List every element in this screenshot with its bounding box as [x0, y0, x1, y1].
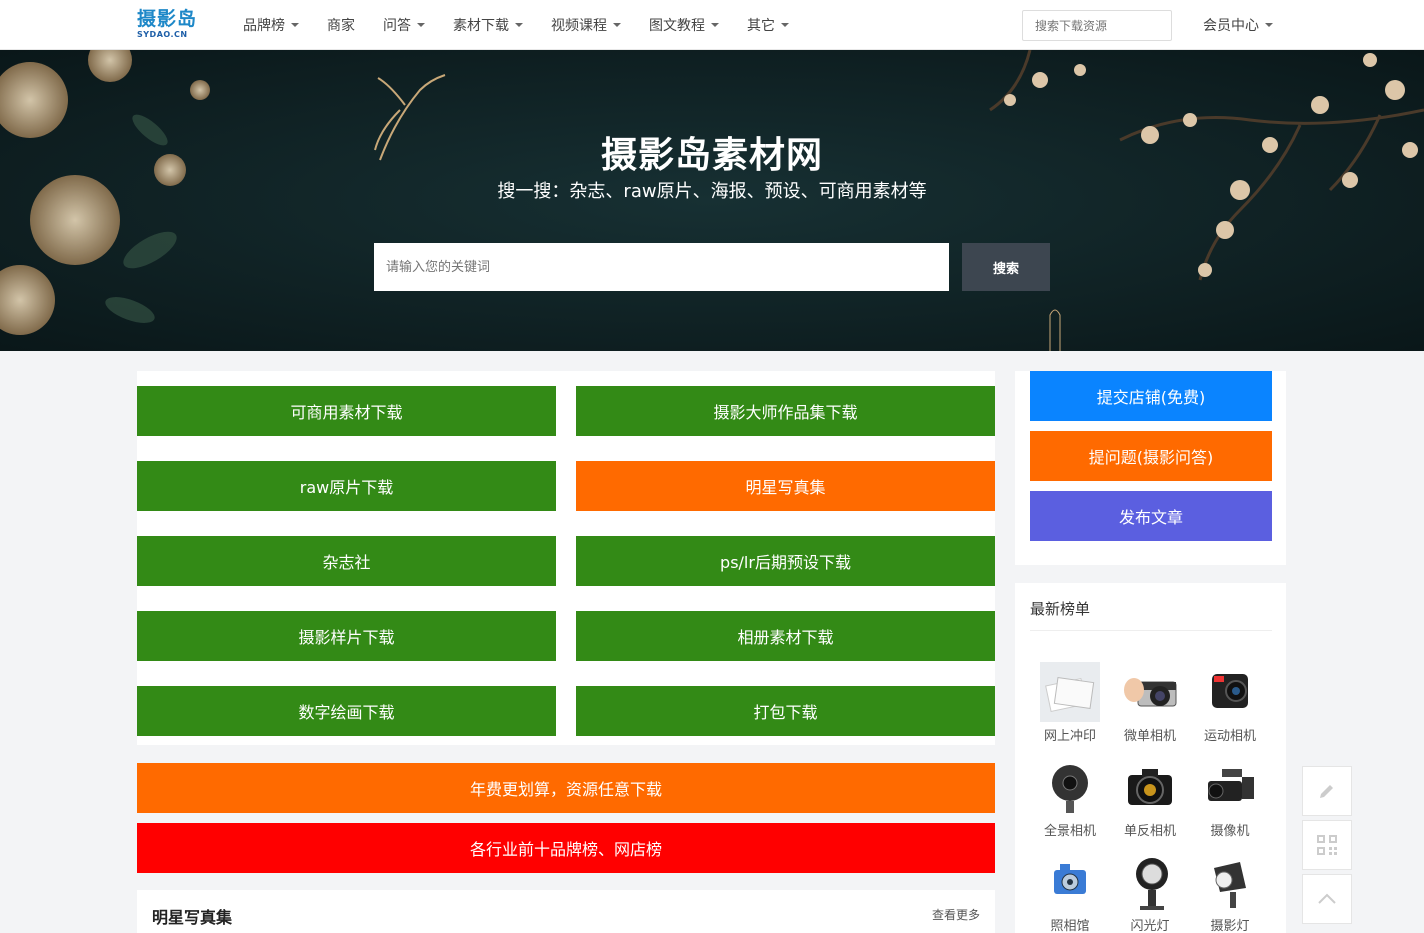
- top-navbar: 摄影岛 SYDAO.CN 品牌榜 商家 问答 素材下载 视频课程 图文教程 其它…: [0, 0, 1424, 50]
- photo-print-icon: [1040, 662, 1100, 722]
- rank-item-label: 网上冲印: [1043, 729, 1096, 744]
- action-camera-icon: [1212, 674, 1248, 708]
- rank-item-photo-studio[interactable]: 照相馆: [1032, 852, 1108, 933]
- studio-light-icon: [1214, 862, 1246, 908]
- rank-item-action-cam[interactable]: 运动相机: [1192, 662, 1268, 744]
- category-celebrity-photos[interactable]: 明星写真集: [576, 461, 995, 511]
- category-album-assets[interactable]: 相册素材下载: [576, 611, 995, 661]
- nav-item-brand-rank[interactable]: 品牌榜: [243, 15, 299, 35]
- publish-article-button[interactable]: 发布文章: [1030, 491, 1272, 541]
- rank-item-label: 摄影灯: [1210, 919, 1250, 933]
- nav-label: 素材下载: [453, 18, 509, 34]
- rank-item-label: 照相馆: [1050, 919, 1090, 933]
- member-label: 会员中心: [1203, 18, 1259, 34]
- category-digital-painting[interactable]: 数字绘画下载: [137, 686, 556, 736]
- nav-item-merchants[interactable]: 商家: [327, 15, 355, 35]
- hero-banner: 摄影岛素材网 搜一搜：杂志、raw原片、海报、预设、可商用素材等 搜索: [0, 50, 1424, 351]
- hero-subtitle: 搜一搜：杂志、raw原片、海报、预设、可商用素材等: [497, 181, 927, 202]
- header-search-input[interactable]: [1022, 10, 1172, 41]
- submit-shop-button[interactable]: 提交店铺(免费): [1030, 371, 1272, 421]
- nav-label: 商家: [327, 18, 355, 34]
- nav-label: 问答: [383, 18, 411, 34]
- widget-title: 最新榜单: [1030, 600, 1091, 618]
- back-to-top-icon: [1318, 893, 1336, 904]
- section-title: 明星写真集: [152, 908, 233, 927]
- nav-item-video-courses[interactable]: 视频课程: [551, 15, 621, 35]
- member-center-menu[interactable]: 会员中心: [1203, 0, 1273, 50]
- divider: [1030, 630, 1272, 631]
- camcorder-icon: [1208, 769, 1254, 801]
- site-logo[interactable]: 摄影岛 SYDAO.CN: [137, 8, 207, 40]
- panorama-camera-icon: [1052, 765, 1088, 813]
- category-presets[interactable]: ps/lr后期预设下载: [576, 536, 995, 586]
- pencil-icon: [1320, 785, 1333, 798]
- logo-text: 摄影岛: [137, 8, 198, 30]
- rank-item-label: 微单相机: [1123, 729, 1176, 744]
- category-master-portfolios[interactable]: 摄影大师作品集下载: [576, 386, 995, 436]
- write-post-float-button[interactable]: [1302, 766, 1352, 816]
- rank-item-label: 运动相机: [1203, 729, 1256, 744]
- rank-item-label: 全景相机: [1043, 824, 1096, 839]
- hero-search-input[interactable]: [374, 243, 949, 291]
- qrcode-icon: [1317, 835, 1337, 855]
- flash-icon: [1136, 858, 1168, 910]
- caret-down-icon: [711, 23, 719, 27]
- nav-item-downloads[interactable]: 素材下载: [453, 15, 523, 35]
- rank-item-studio-light[interactable]: 摄影灯: [1192, 852, 1268, 933]
- hero-search-button[interactable]: 搜索: [962, 243, 1050, 291]
- view-more-link[interactable]: 查看更多: [932, 906, 980, 923]
- caret-down-icon: [1265, 23, 1273, 27]
- back-to-top-button[interactable]: [1302, 874, 1352, 924]
- nav-item-qa[interactable]: 问答: [383, 15, 425, 35]
- logo-domain: SYDAO.CN: [137, 30, 188, 39]
- caret-down-icon: [291, 23, 299, 27]
- photo-studio-icon: [1054, 864, 1086, 894]
- category-sample-photos[interactable]: 摄影样片下载: [137, 611, 556, 661]
- category-bundle-download[interactable]: 打包下载: [576, 686, 995, 736]
- rank-item-photo-print[interactable]: 网上冲印: [1032, 662, 1108, 744]
- nav-label: 其它: [747, 18, 775, 34]
- rank-item-dslr[interactable]: 单反相机: [1112, 757, 1188, 839]
- caret-down-icon: [417, 23, 425, 27]
- nav-item-other[interactable]: 其它: [747, 15, 789, 35]
- brand-ranking-banner-button[interactable]: 各行业前十品牌榜、网店榜: [137, 823, 995, 873]
- sidebar-actions: 提交店铺(免费) 提问题(摄影问答) 发布文章: [1015, 371, 1286, 565]
- nav-label: 品牌榜: [243, 18, 285, 34]
- caret-down-icon: [781, 23, 789, 27]
- annual-plan-banner-button[interactable]: 年费更划算，资源任意下载: [137, 763, 995, 813]
- main-nav: 品牌榜 商家 问答 素材下载 视频课程 图文教程 其它: [243, 0, 817, 50]
- hero-title: 摄影岛素材网: [600, 135, 823, 176]
- rank-item-mirrorless[interactable]: 微单相机: [1112, 662, 1188, 744]
- rank-item-camcorder[interactable]: 摄像机: [1192, 757, 1268, 839]
- mirrorless-camera-icon: [1124, 678, 1177, 707]
- celebrity-photos-section: 明星写真集 查看更多: [137, 890, 995, 933]
- latest-rankings-widget: 最新榜单 网上冲印 微单相机 运动相机 全景相机 单反相机 摄像机 照相馆 闪光…: [1015, 583, 1286, 933]
- category-commercial-assets[interactable]: 可商用素材下载: [137, 386, 556, 436]
- rank-item-label: 摄像机: [1210, 824, 1250, 839]
- category-raw-photos[interactable]: raw原片下载: [137, 461, 556, 511]
- caret-down-icon: [613, 23, 621, 27]
- rank-item-label: 单反相机: [1123, 824, 1176, 839]
- caret-down-icon: [515, 23, 523, 27]
- rank-item-flash[interactable]: 闪光灯: [1112, 852, 1188, 933]
- ask-question-button[interactable]: 提问题(摄影问答): [1030, 431, 1272, 481]
- qrcode-float-button[interactable]: [1302, 820, 1352, 870]
- rank-item-panorama[interactable]: 全景相机: [1032, 757, 1108, 839]
- nav-label: 视频课程: [551, 18, 607, 34]
- nav-label: 图文教程: [649, 18, 705, 34]
- rank-item-label: 闪光灯: [1130, 919, 1170, 933]
- nav-item-tutorials[interactable]: 图文教程: [649, 15, 719, 35]
- category-magazines[interactable]: 杂志社: [137, 536, 556, 586]
- dslr-camera-icon: [1128, 769, 1172, 805]
